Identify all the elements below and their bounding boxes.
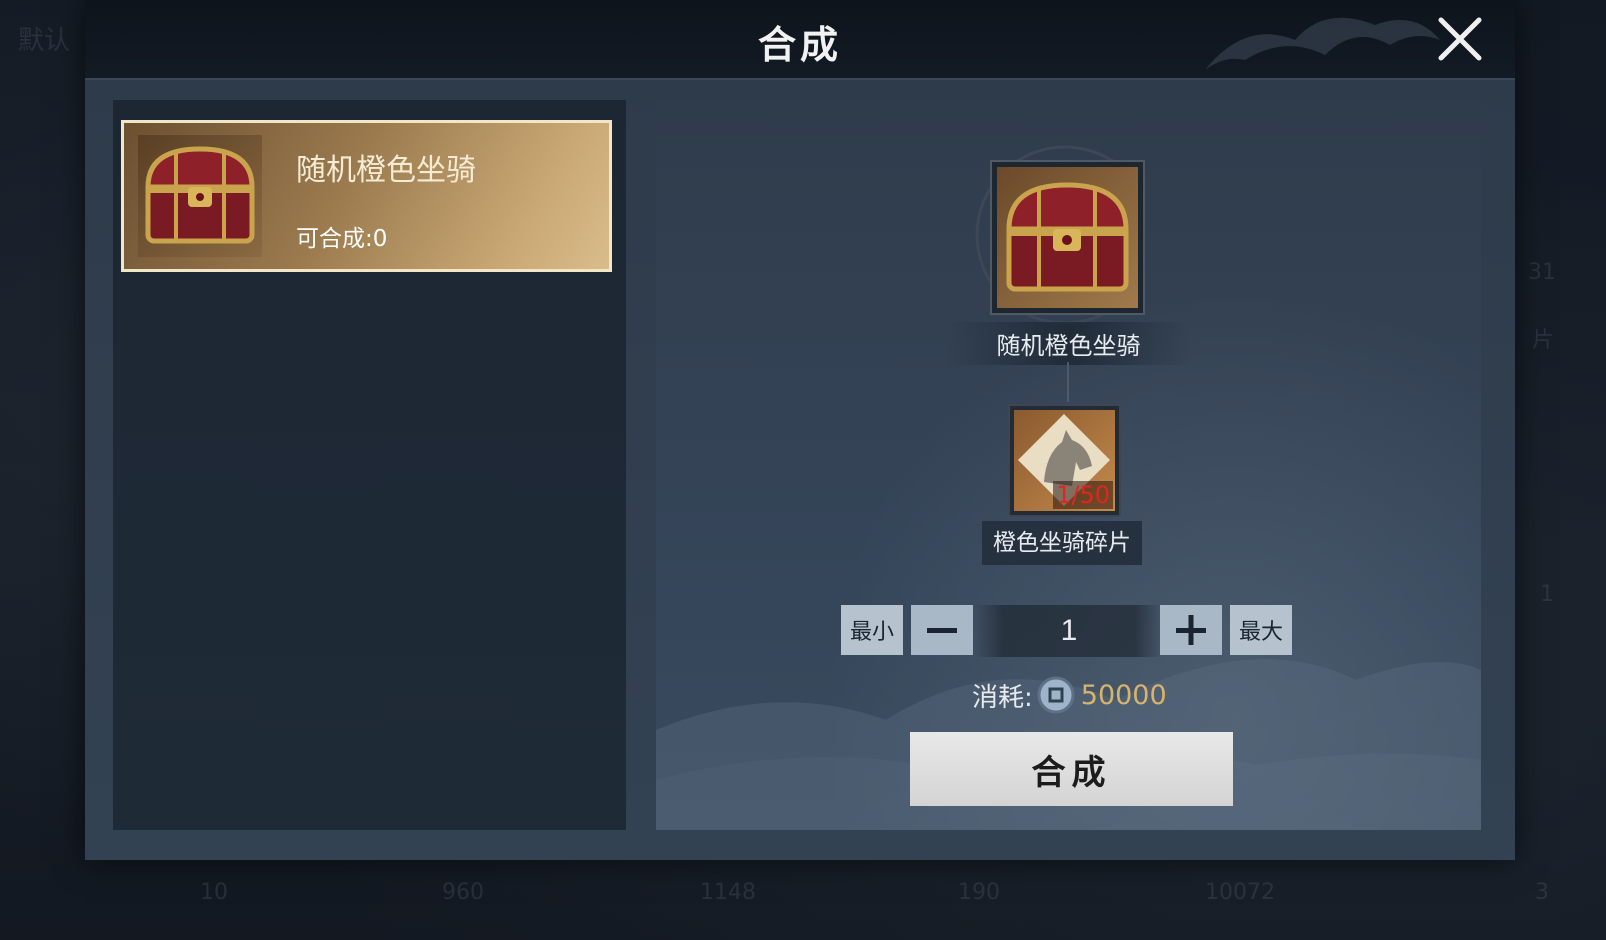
increase-button[interactable] <box>1160 605 1222 655</box>
recipe-detail: 随机橙色坐骑 1/50 橙色坐骑碎片 最小 1 最大 消耗: 50000 合成 <box>656 100 1481 830</box>
treasure-chest-icon <box>997 167 1138 308</box>
result-item-name: 随机橙色坐骑 <box>946 322 1191 365</box>
close-icon <box>1438 17 1482 61</box>
quantity-stepper: 最小 最大 <box>841 605 1293 657</box>
minus-icon <box>927 628 957 633</box>
cost-label: 消耗: <box>972 682 1033 713</box>
recipe-list-item[interactable]: 随机橙色坐骑 可合成:0 <box>121 120 612 272</box>
recipe-list: 随机橙色坐骑 可合成:0 <box>113 100 626 830</box>
material-item[interactable]: 1/50 <box>1014 410 1115 511</box>
max-quantity-button[interactable]: 最大 <box>1230 605 1292 655</box>
recipe-craftable-count: 可合成:0 <box>296 226 388 252</box>
dialog-title: 合成 <box>757 22 842 67</box>
dialog-content: 随机橙色坐骑 可合成:0 随机橙色坐骑 1/50 橙色坐骑碎片 最小 1 最大 … <box>85 80 1515 860</box>
craft-button-label: 合成 <box>1031 752 1112 793</box>
recipe-connector-line <box>1067 362 1069 402</box>
cost-value: 50000 <box>1080 679 1167 711</box>
close-button[interactable] <box>1433 12 1487 66</box>
craft-cost: 消耗: 50000 <box>972 674 1167 716</box>
plus-icon <box>1176 615 1206 645</box>
craft-button[interactable]: 合成 <box>910 732 1233 806</box>
decrease-button[interactable] <box>911 605 973 655</box>
coin-icon <box>1037 676 1075 714</box>
min-quantity-button[interactable]: 最小 <box>841 605 903 655</box>
quantity-input[interactable] <box>975 605 1163 657</box>
material-item-name: 橙色坐骑碎片 <box>982 521 1142 565</box>
craft-dialog: 合成 随机橙色坐骑 可合成:0 随机橙色坐骑 1/50 橙色坐骑碎片 最小 1 … <box>85 0 1515 860</box>
recipe-name: 随机橙色坐骑 <box>296 153 476 188</box>
material-count: 1/50 <box>1053 481 1113 509</box>
dialog-titlebar: 合成 <box>85 0 1515 80</box>
treasure-chest-icon <box>138 135 262 257</box>
